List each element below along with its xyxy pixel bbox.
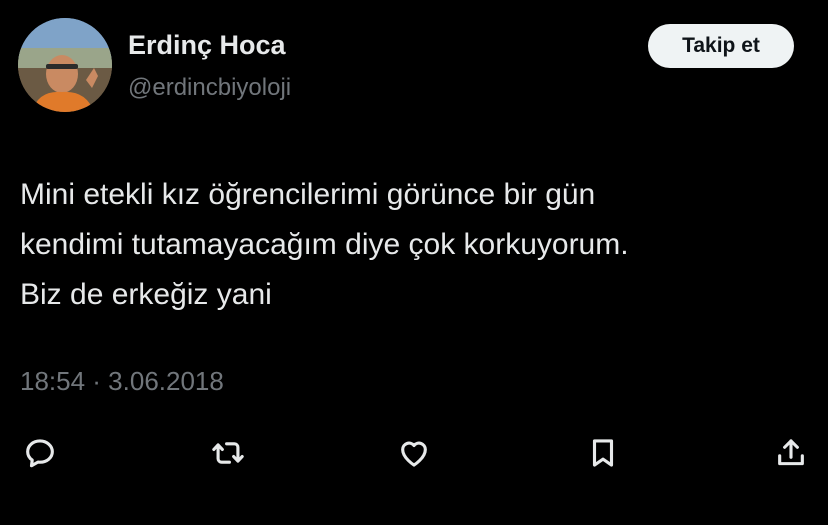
reply-icon <box>26 439 54 468</box>
tweet-timestamp[interactable]: 18:54 · 3.06.2018 <box>20 366 224 397</box>
avatar-photo <box>18 18 112 112</box>
follow-button[interactable]: Takip et <box>648 24 794 68</box>
tweet-text: Mini etekli kız öğrencilerimi görünce bi… <box>20 170 800 320</box>
retweet-icon <box>212 442 244 464</box>
tweet-text-line: Biz de erkeğiz yani <box>20 278 272 311</box>
bookmark-icon <box>592 439 614 467</box>
like-button[interactable] <box>389 428 439 478</box>
share-icon <box>778 439 804 466</box>
avatar[interactable] <box>18 18 112 112</box>
share-button[interactable] <box>766 428 816 478</box>
reply-button[interactable] <box>15 428 65 478</box>
display-name[interactable]: Erdinç Hoca <box>128 30 286 61</box>
like-icon <box>401 441 427 467</box>
tweet-card: Erdinç Hoca @erdincbiyoloji Takip et Min… <box>0 0 828 525</box>
user-handle[interactable]: @erdincbiyoloji <box>128 74 291 102</box>
tweet-text-line: kendimi tutamayacağım diye çok korkuyoru… <box>20 228 629 261</box>
retweet-button[interactable] <box>203 428 253 478</box>
tweet-text-line: Mini etekli kız öğrencilerimi görünce bi… <box>20 178 596 211</box>
bookmark-button[interactable] <box>578 428 628 478</box>
action-bar <box>0 428 828 484</box>
